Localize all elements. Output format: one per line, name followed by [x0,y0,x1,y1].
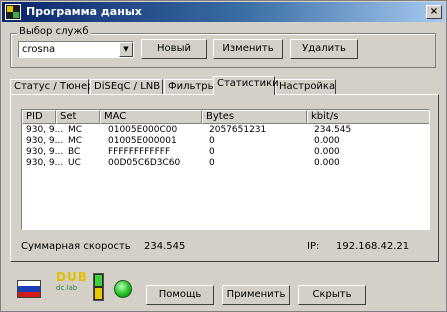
cell-bytes: 0 [209,158,215,168]
service-group-label: Выбор служб [17,26,91,37]
header-pid[interactable]: PID [22,110,56,124]
new-button[interactable]: Новый [141,39,207,59]
signal-led-icon [93,273,104,301]
header-bytes[interactable]: Bytes [202,110,307,124]
cell-set: MC [68,125,83,135]
service-combo[interactable]: crosna ▼ [18,41,134,58]
cell-bytes: 0 [209,136,215,146]
speed-value: 234.545 [144,241,186,252]
header-set[interactable]: Set [56,110,100,124]
hide-button[interactable]: Скрыть [298,285,366,305]
window-title: Программа даных [26,5,142,18]
cell-pid: 930, 9... [26,136,64,146]
header-mac[interactable]: MAC [100,110,202,124]
table-row[interactable]: 930, 9... MC 01005E000001 0 0.000 [22,136,429,147]
header-kbits[interactable]: kbit/s [307,110,429,124]
edit-button[interactable]: Изменить [213,39,283,59]
tab-settings[interactable]: Настройка [275,79,336,95]
cell-kbits: 0.000 [314,147,340,157]
cell-bytes: 2057651231 [209,125,267,135]
cell-kbits: 0.000 [314,158,340,168]
cell-mac: 01005E000C00 [108,125,178,135]
tab-filters[interactable]: Фильтры [164,79,215,95]
table-row[interactable]: 930, 9... UC 00D05C6D3C60 0 0.000 [22,158,429,169]
tab-statistics[interactable]: Статистики [213,76,279,95]
delete-button[interactable]: Удалить [290,39,358,59]
table-row[interactable]: 930, 9... BC FFFFFFFFFFFF 0 0.000 [22,147,429,158]
cell-kbits: 234.545 [314,125,352,135]
cell-pid: 930, 9... [26,147,64,157]
cell-set: UC [68,158,81,168]
cell-mac: 01005E000001 [108,136,177,146]
app-icon [5,4,21,20]
title-bar[interactable]: Программа даных × [2,2,445,22]
russian-flag-icon[interactable] [17,280,41,298]
main-window: Программа даных × Выбор служб crosna ▼ Н… [0,0,447,312]
chevron-down-icon[interactable]: ▼ [119,42,133,57]
dub-logo: DUB dc.lab [56,270,88,294]
cell-set: MC [68,136,83,146]
service-combo-value: crosna [22,44,56,55]
status-led-icon [114,280,132,298]
table-header: PID Set MAC Bytes kbit/s [22,110,429,124]
cell-mac: FFFFFFFFFFFF [108,147,171,157]
tab-diseqc-lnb[interactable]: DiSEqC / LNB [90,79,163,95]
cell-kbits: 0.000 [314,136,340,146]
cell-pid: 930, 9... [26,125,64,135]
cell-mac: 00D05C6D3C60 [108,158,181,168]
tab-status-tuner[interactable]: Статус / Тюнер [10,79,93,95]
table-row[interactable]: 930, 9... MC 01005E000C00 2057651231 234… [22,125,429,136]
ip-value: 192.168.42.21 [336,241,410,252]
cell-set: BC [68,147,81,157]
logo-line2: dc.lab [56,284,78,292]
logo-line1: DUB [56,270,88,284]
speed-label: Суммарная скорость [21,241,131,252]
ip-label: IP: [307,241,320,252]
close-button[interactable]: × [426,5,442,19]
cell-bytes: 0 [209,147,215,157]
apply-button[interactable]: Применить [222,285,290,305]
statistics-table[interactable]: PID Set MAC Bytes kbit/s 930, 9... MC 01… [21,109,430,230]
cell-pid: 930, 9... [26,158,64,168]
help-button[interactable]: Помощь [146,285,214,305]
